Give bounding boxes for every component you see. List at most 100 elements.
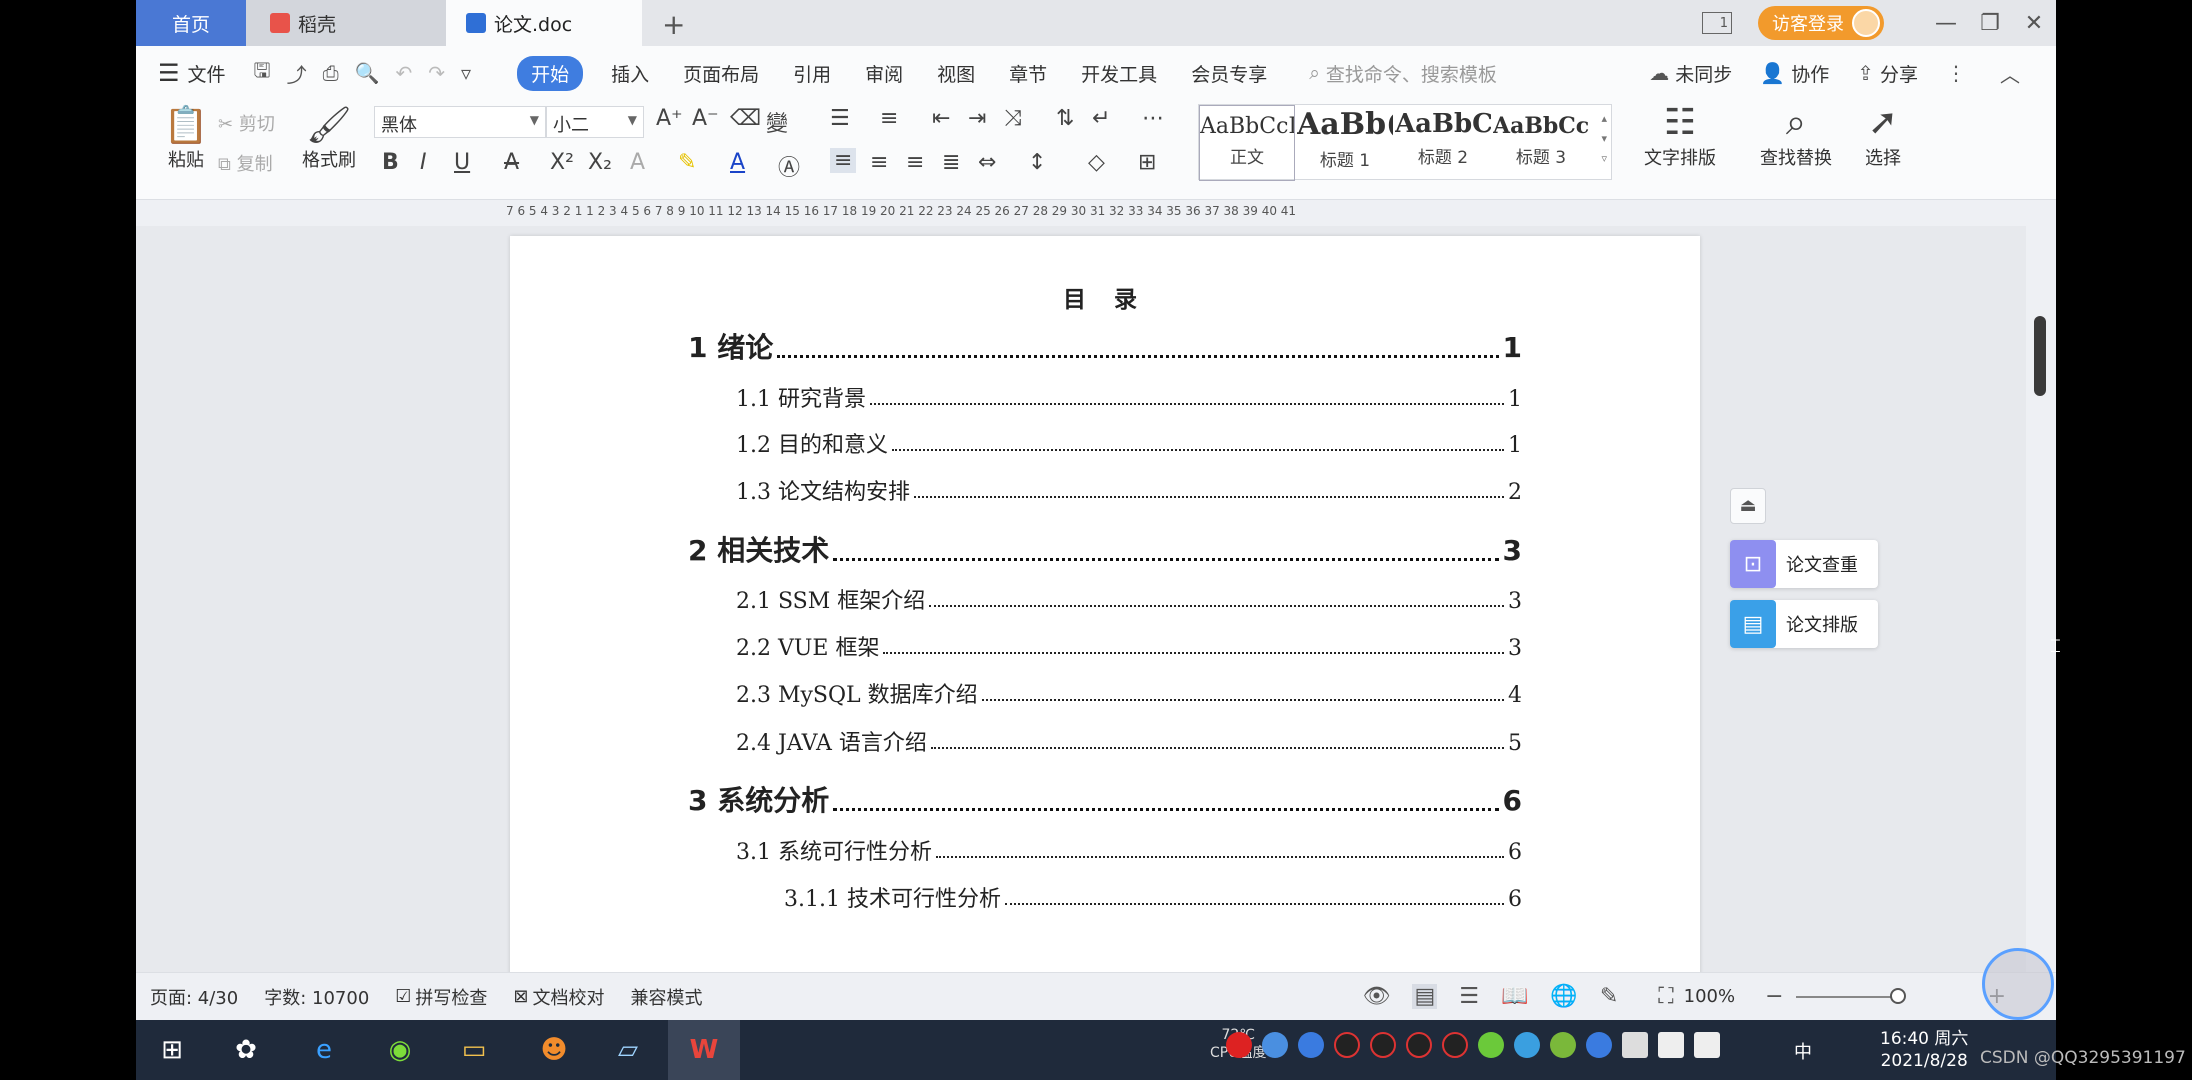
document-canvas[interactable]: 目 录 1 绪论 1 1.1 研究背景 1 1.2 目的和意义 1 1.3 论文结构安排 2 2…: [136, 226, 2026, 972]
toc-entry[interactable]: 3.1.1 技术可行性分析 6: [784, 881, 1522, 913]
char-border-icon[interactable]: Ⓐ: [778, 150, 800, 182]
numbered-list-icon[interactable]: ≡: [880, 106, 898, 131]
page-view-icon[interactable]: ▤: [1412, 984, 1438, 1009]
document-page[interactable]: 目 录 1 绪论 1 1.1 研究背景 1 1.2 目的和意义 1 1.3 论文结构安排 2 2…: [510, 236, 1700, 972]
menu-start[interactable]: 开始: [517, 55, 584, 91]
floating-assistant[interactable]: [1982, 948, 2054, 1020]
volume-icon[interactable]: [1694, 1032, 1720, 1058]
zoom-slider[interactable]: [1795, 987, 1906, 1004]
vertical-scrollbar[interactable]: [2026, 226, 2056, 972]
file-explorer-icon[interactable]: ▭: [452, 1028, 496, 1072]
nvidia-icon[interactable]: [1550, 1032, 1576, 1058]
style-heading-2[interactable]: AaBbC 标题 2: [1395, 105, 1491, 181]
toc-entry[interactable]: 1.1 研究背景 1: [736, 381, 1522, 413]
bluetooth-icon[interactable]: [1586, 1032, 1612, 1058]
browser-icon[interactable]: ◉: [378, 1028, 422, 1072]
toc-entry[interactable]: 3 系统分析 6: [688, 779, 1522, 819]
ie-browser-icon[interactable]: e: [302, 1028, 346, 1072]
toc-entry[interactable]: 1 绪论 1: [688, 326, 1522, 366]
minimize-button[interactable]: —: [1924, 11, 1968, 36]
fit-page-icon[interactable]: ⛶: [1658, 984, 1673, 1009]
tab-home[interactable]: 首页: [136, 0, 246, 46]
phonetic-icon[interactable]: 變: [766, 106, 788, 138]
bullet-list-icon[interactable]: ☰: [830, 106, 850, 131]
redo-icon[interactable]: ↷: [428, 61, 445, 85]
save-icon[interactable]: 🖫: [254, 56, 271, 90]
menu-chapter[interactable]: 章节: [1009, 60, 1047, 87]
style-heading-3[interactable]: AaBbCcl 标题 3: [1493, 105, 1589, 181]
cut-button[interactable]: ✂ 剪切: [218, 110, 275, 136]
restore-button[interactable]: ❐: [1968, 11, 2012, 36]
word-count[interactable]: 字数: 10700: [264, 984, 369, 1010]
qq-icon[interactable]: [1370, 1032, 1396, 1058]
qq-icon[interactable]: [1406, 1032, 1432, 1058]
toc-entry[interactable]: 2.3 MySQL 数据库介绍 4: [736, 677, 1522, 709]
reading-view-icon[interactable]: 📖: [1501, 984, 1528, 1009]
fan-app-icon[interactable]: ✿: [224, 1028, 268, 1072]
style-normal[interactable]: AaBbCcI 正文: [1199, 105, 1295, 181]
collab-button[interactable]: 👤 协作: [1760, 60, 1829, 87]
shield-icon[interactable]: [1298, 1032, 1324, 1058]
increase-indent-icon[interactable]: ⇥: [968, 106, 986, 131]
spell-check-button[interactable]: ☑ 拼写检查: [395, 984, 487, 1010]
toc-entry[interactable]: 3.1 系统可行性分析 6: [736, 834, 1522, 866]
tab-daoke[interactable]: 稻壳: [246, 0, 446, 46]
text-layout-button[interactable]: ☷ 文字排版: [1630, 102, 1730, 170]
zoom-level[interactable]: 100%: [1684, 986, 1735, 1007]
copy-button[interactable]: ⧉ 复制: [218, 150, 273, 176]
decrease-indent-icon[interactable]: ⇤: [932, 106, 950, 131]
sync-button[interactable]: ☁ 未同步: [1649, 60, 1732, 87]
side-panel-toggle[interactable]: ⏏: [1730, 488, 1766, 524]
underline-icon[interactable]: U: [454, 150, 470, 175]
styles-scroll[interactable]: ▴ ▾ ▿: [1601, 109, 1607, 169]
line-spacing-icon[interactable]: ↕: [1028, 150, 1046, 175]
menu-references[interactable]: 引用: [793, 60, 831, 87]
battery-icon[interactable]: [1622, 1032, 1648, 1058]
windows-start-icon[interactable]: ⊞: [150, 1028, 194, 1072]
toc-entry[interactable]: 2.4 JAVA 语言介绍 5: [736, 725, 1522, 757]
outline-view-icon[interactable]: ☰: [1459, 984, 1479, 1009]
more-button[interactable]: ⋮: [1946, 61, 1972, 85]
share-button[interactable]: ⇪ 分享: [1857, 60, 1918, 87]
shrink-font-icon[interactable]: A⁻: [692, 106, 719, 131]
wps-icon[interactable]: W: [682, 1028, 726, 1072]
menu-developer[interactable]: 开发工具: [1081, 60, 1157, 87]
paper-check-button[interactable]: ⊡ 论文查重: [1730, 540, 1878, 588]
toc-entry[interactable]: 1.3 论文结构安排 2: [736, 474, 1522, 506]
horizontal-ruler[interactable]: 7 6 5 4 3 2 1 1 2 3 4 5 6 7 8 9 10 11 12…: [136, 200, 2056, 226]
close-button[interactable]: ✕: [2012, 11, 2056, 36]
font-family-select[interactable]: 黑体 ▼: [374, 106, 546, 138]
justify-icon[interactable]: ≣: [942, 150, 960, 175]
zoom-slider-knob[interactable]: [1889, 987, 1906, 1004]
subscript-icon[interactable]: X₂: [588, 150, 612, 175]
command-search[interactable]: ⌕ 查找命令、搜索模板: [1309, 60, 1497, 87]
distribute-icon[interactable]: ⇔: [978, 150, 996, 175]
file-menu[interactable]: ☰ 文件: [158, 59, 226, 87]
new-tab-button[interactable]: +: [662, 8, 685, 41]
italic-icon[interactable]: I: [420, 150, 427, 175]
style-heading-1[interactable]: AaBb( 标题 1: [1297, 105, 1393, 181]
clock[interactable]: 16:40 周六 2021/8/28: [1880, 1028, 1968, 1072]
superscript-icon[interactable]: X²: [550, 150, 574, 175]
menu-view[interactable]: 视图: [937, 60, 975, 87]
zoom-out-icon[interactable]: −: [1765, 984, 1783, 1009]
tray-app-icon[interactable]: [1514, 1032, 1540, 1058]
paper-layout-button[interactable]: ▤ 论文排版: [1730, 600, 1878, 648]
guest-login-button[interactable]: 访客登录: [1758, 6, 1884, 40]
highlight-icon[interactable]: ✎: [678, 150, 696, 175]
tray-plus-icon[interactable]: [1478, 1032, 1504, 1058]
wifi-icon[interactable]: [1658, 1032, 1684, 1058]
toc-entry[interactable]: 1.2 目的和意义 1: [736, 427, 1522, 459]
font-color-icon[interactable]: A: [730, 150, 745, 175]
clear-format-icon[interactable]: ⌫: [730, 106, 761, 131]
proofread-button[interactable]: ⊠ 文档校对: [513, 984, 604, 1010]
print-icon[interactable]: ⎙: [323, 61, 339, 85]
text-effect-icon[interactable]: A: [630, 150, 645, 175]
bold-icon[interactable]: B: [382, 150, 399, 175]
line-break-icon[interactable]: ↵: [1092, 106, 1110, 131]
align-right-icon[interactable]: ≡: [906, 150, 924, 175]
menu-review[interactable]: 审阅: [865, 60, 903, 87]
grow-font-icon[interactable]: A⁺: [656, 106, 683, 131]
toc-entry[interactable]: 2.2 VUE 框架 3: [736, 630, 1522, 662]
text-direction-icon[interactable]: ⤨: [1004, 106, 1022, 131]
